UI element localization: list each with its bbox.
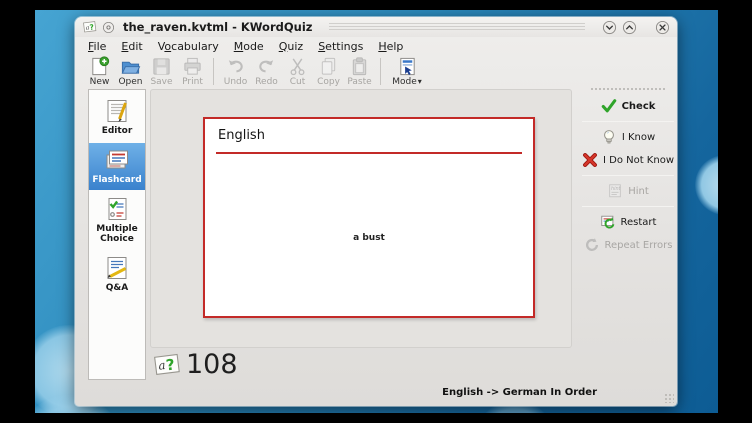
menu-help[interactable]: Help	[378, 40, 403, 53]
card-language-label: English	[218, 128, 265, 143]
new-button[interactable]: New	[84, 56, 115, 87]
menu-edit[interactable]: Edit	[121, 40, 142, 53]
mode-sidebar: Editor Flashcard Multiple Choice	[88, 89, 146, 380]
statusbar-mode-text: English -> German In Order	[442, 387, 597, 398]
titlebar[interactable]: a ? the_raven.kvtml - KWordQuiz	[75, 17, 677, 37]
open-button[interactable]: Open	[115, 56, 146, 87]
app-icon: a ?	[83, 20, 97, 34]
clipboard-icon	[349, 56, 370, 77]
i-do-not-know-button[interactable]: I Do Not Know	[580, 152, 676, 168]
panel-separator	[582, 121, 674, 122]
minimize-button[interactable]	[602, 20, 617, 35]
window-menu-button[interactable]	[102, 21, 115, 34]
menu-vocabulary[interactable]: Vocabulary	[158, 40, 219, 53]
open-folder-icon	[120, 56, 141, 77]
sidebar-item-qa[interactable]: Q&A	[89, 251, 145, 298]
quiz-toolbar: Check I Know I Do Not Know hint	[580, 87, 676, 260]
hint-icon: hint	[607, 183, 623, 199]
sidebar-item-editor[interactable]: Editor	[89, 94, 145, 141]
editor-icon	[104, 98, 130, 124]
menu-mode[interactable]: Mode	[234, 40, 264, 53]
restart-button[interactable]: Restart	[580, 214, 676, 230]
panel-separator	[582, 206, 674, 207]
sidebar-item-multiple-choice[interactable]: Multiple Choice	[89, 192, 145, 249]
menu-quiz[interactable]: Quiz	[279, 40, 303, 53]
toolbar-separator	[213, 58, 214, 85]
toolbar-drag-handle[interactable]	[590, 87, 666, 91]
flashcard[interactable]: English a bust	[203, 117, 535, 318]
main-toolbar: New Open Save Print	[75, 55, 677, 89]
question-answer-icon	[104, 255, 130, 281]
red-x-icon	[582, 152, 598, 168]
redo-arrow-icon	[256, 56, 277, 77]
flashcard-icon	[104, 147, 130, 173]
save-button[interactable]: Save	[146, 56, 177, 87]
lightbulb-icon	[601, 129, 617, 145]
card-word: a bust	[205, 233, 533, 243]
mode-button[interactable]: Mode ▾	[387, 56, 427, 87]
undo-button[interactable]: Undo	[220, 56, 251, 87]
maximize-button[interactable]	[622, 20, 637, 35]
chevron-down-icon: ▾	[418, 78, 422, 86]
panel-separator	[582, 175, 674, 176]
repeat-arrows-icon	[584, 237, 600, 253]
scissors-icon	[287, 56, 308, 77]
toolbar-separator	[380, 58, 381, 85]
i-know-button[interactable]: I Know	[580, 129, 676, 145]
save-disk-icon	[151, 56, 172, 77]
undo-arrow-icon	[225, 56, 246, 77]
menu-file[interactable]: File	[88, 40, 106, 53]
kwordquiz-window: a ? the_raven.kvtml - KWordQuiz File Edi…	[75, 17, 677, 406]
menubar: File Edit Vocabulary Mode Quiz Settings …	[75, 37, 677, 55]
hint-button[interactable]: hint Hint	[580, 183, 676, 199]
print-button[interactable]: Print	[177, 56, 208, 87]
check-icon	[601, 98, 617, 114]
titlebar-stripes	[329, 23, 585, 32]
card-rule	[216, 152, 522, 154]
copy-button[interactable]: Copy	[313, 56, 344, 87]
multiple-choice-icon	[104, 196, 130, 222]
cut-button[interactable]: Cut	[282, 56, 313, 87]
copy-pages-icon	[318, 56, 339, 77]
mode-icon	[397, 56, 418, 77]
menu-settings[interactable]: Settings	[318, 40, 363, 53]
wallpaper-circle	[695, 155, 718, 215]
redo-button[interactable]: Redo	[251, 56, 282, 87]
paste-button[interactable]: Paste	[344, 56, 375, 87]
window-title: the_raven.kvtml - KWordQuiz	[123, 20, 312, 34]
counter-card-icon: a ?	[153, 352, 181, 378]
printer-icon	[182, 56, 203, 77]
svg-text:hint: hint	[611, 186, 622, 192]
counter-value: 108	[186, 351, 238, 378]
close-button[interactable]	[655, 20, 670, 35]
new-document-icon	[89, 56, 110, 77]
card-counter: a ? 108	[153, 351, 238, 378]
sidebar-item-flashcard[interactable]: Flashcard	[89, 143, 145, 190]
repeat-errors-button[interactable]: Repeat Errors	[580, 237, 676, 253]
restart-icon	[600, 214, 616, 230]
resize-grip[interactable]	[664, 393, 674, 403]
check-button[interactable]: Check	[580, 98, 676, 114]
